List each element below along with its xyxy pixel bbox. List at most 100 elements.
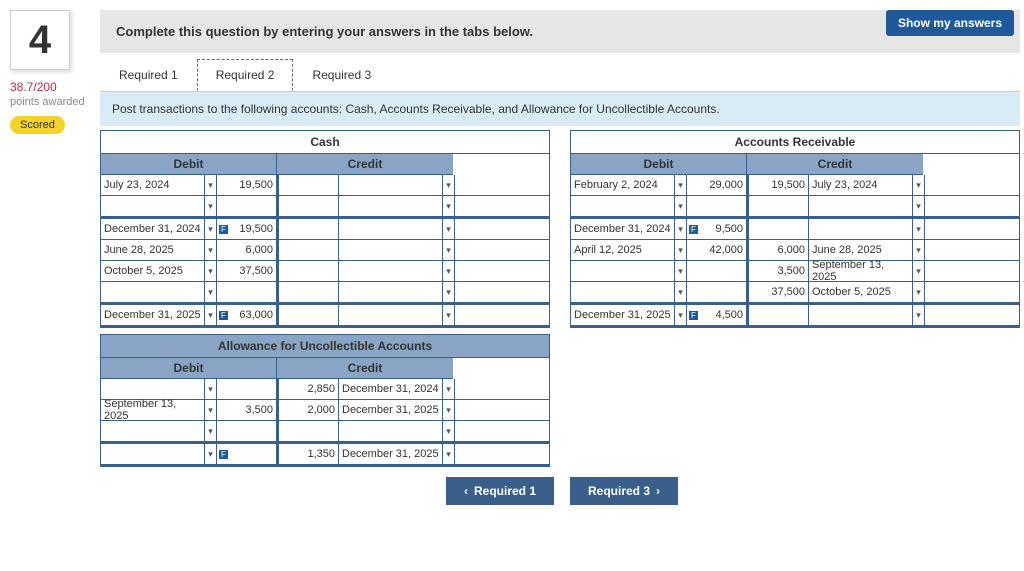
credit-date-cell[interactable] [339, 421, 443, 441]
debit-amount-cell[interactable]: 29,000 [687, 175, 747, 195]
dropdown-icon[interactable] [205, 196, 217, 216]
debit-amount-cell[interactable]: 4,500 [687, 305, 747, 325]
dropdown-icon[interactable] [443, 444, 455, 464]
debit-date-cell[interactable]: February 2, 2024 [571, 175, 675, 195]
credit-amount-cell[interactable] [279, 175, 339, 195]
dropdown-icon[interactable] [443, 305, 455, 325]
dropdown-icon[interactable] [443, 400, 455, 420]
debit-amount-cell[interactable] [687, 261, 747, 281]
credit-amount-cell[interactable] [279, 219, 339, 239]
debit-date-cell[interactable] [101, 379, 205, 399]
credit-amount-cell[interactable]: 3,500 [749, 261, 809, 281]
dropdown-icon[interactable] [205, 219, 217, 239]
dropdown-icon[interactable] [443, 240, 455, 260]
credit-amount-cell[interactable]: 2,000 [279, 400, 339, 420]
dropdown-icon[interactable] [913, 282, 925, 302]
dropdown-icon[interactable] [443, 219, 455, 239]
credit-amount-cell[interactable] [749, 196, 809, 216]
debit-date-cell[interactable]: December 31, 2024 [571, 219, 675, 239]
dropdown-icon[interactable] [205, 240, 217, 260]
dropdown-icon[interactable] [913, 196, 925, 216]
credit-amount-cell[interactable] [279, 282, 339, 302]
show-my-answers-button[interactable]: Show my answers [886, 10, 1014, 36]
debit-amount-cell[interactable]: 6,000 [217, 240, 277, 260]
debit-date-cell[interactable]: October 5, 2025 [101, 261, 205, 281]
debit-amount-cell[interactable] [217, 444, 277, 464]
debit-amount-cell[interactable] [217, 379, 277, 399]
credit-amount-cell[interactable] [279, 196, 339, 216]
dropdown-icon[interactable] [675, 282, 687, 302]
debit-date-cell[interactable]: September 13, 2025 [101, 400, 205, 420]
debit-date-cell[interactable]: December 31, 2025 [101, 305, 205, 325]
debit-date-cell[interactable] [101, 421, 205, 441]
dropdown-icon[interactable] [205, 305, 217, 325]
dropdown-icon[interactable] [675, 305, 687, 325]
credit-amount-cell[interactable]: 2,850 [279, 379, 339, 399]
credit-date-cell[interactable] [809, 196, 913, 216]
credit-amount-cell[interactable] [279, 421, 339, 441]
credit-date-cell[interactable]: September 13, 2025 [809, 261, 913, 281]
credit-date-cell[interactable] [339, 196, 443, 216]
dropdown-icon[interactable] [913, 219, 925, 239]
credit-date-cell[interactable] [339, 305, 443, 325]
debit-amount-cell[interactable]: 9,500 [687, 219, 747, 239]
credit-date-cell[interactable] [339, 219, 443, 239]
dropdown-icon[interactable] [913, 240, 925, 260]
debit-amount-cell[interactable] [217, 421, 277, 441]
tab-required-1[interactable]: Required 1 [100, 59, 197, 91]
credit-amount-cell[interactable]: 19,500 [749, 175, 809, 195]
debit-date-cell[interactable] [571, 261, 675, 281]
dropdown-icon[interactable] [675, 175, 687, 195]
credit-date-cell[interactable] [339, 175, 443, 195]
credit-amount-cell[interactable] [279, 261, 339, 281]
dropdown-icon[interactable] [913, 175, 925, 195]
debit-date-cell[interactable] [101, 282, 205, 302]
dropdown-icon[interactable] [205, 444, 217, 464]
debit-amount-cell[interactable] [687, 196, 747, 216]
debit-date-cell[interactable]: July 23, 2024 [101, 175, 205, 195]
dropdown-icon[interactable] [205, 400, 217, 420]
debit-amount-cell[interactable]: 19,500 [217, 219, 277, 239]
tab-required-3[interactable]: Required 3 [293, 59, 390, 91]
debit-date-cell[interactable] [571, 196, 675, 216]
credit-date-cell[interactable] [339, 282, 443, 302]
credit-date-cell[interactable]: December 31, 2025 [339, 444, 443, 464]
dropdown-icon[interactable] [205, 421, 217, 441]
dropdown-icon[interactable] [913, 261, 925, 281]
credit-amount-cell[interactable] [279, 305, 339, 325]
tab-required-2[interactable]: Required 2 [197, 59, 294, 91]
credit-date-cell[interactable]: December 31, 2025 [339, 400, 443, 420]
credit-date-cell[interactable]: July 23, 2024 [809, 175, 913, 195]
debit-date-cell[interactable]: December 31, 2024 [101, 219, 205, 239]
dropdown-icon[interactable] [443, 282, 455, 302]
dropdown-icon[interactable] [443, 261, 455, 281]
dropdown-icon[interactable] [443, 175, 455, 195]
debit-date-cell[interactable]: December 31, 2025 [571, 305, 675, 325]
credit-amount-cell[interactable] [279, 240, 339, 260]
dropdown-icon[interactable] [675, 219, 687, 239]
debit-amount-cell[interactable]: 19,500 [217, 175, 277, 195]
nav-prev-button[interactable]: ‹Required 1 [446, 477, 554, 505]
credit-date-cell[interactable]: June 28, 2025 [809, 240, 913, 260]
dropdown-icon[interactable] [443, 379, 455, 399]
dropdown-icon[interactable] [675, 196, 687, 216]
dropdown-icon[interactable] [675, 261, 687, 281]
debit-amount-cell[interactable]: 3,500 [217, 400, 277, 420]
dropdown-icon[interactable] [205, 175, 217, 195]
debit-date-cell[interactable] [101, 196, 205, 216]
credit-date-cell[interactable] [809, 305, 913, 325]
credit-amount-cell[interactable] [749, 219, 809, 239]
credit-date-cell[interactable] [809, 219, 913, 239]
debit-amount-cell[interactable]: 42,000 [687, 240, 747, 260]
debit-date-cell[interactable]: April 12, 2025 [571, 240, 675, 260]
debit-date-cell[interactable] [101, 444, 205, 464]
credit-amount-cell[interactable] [749, 305, 809, 325]
credit-date-cell[interactable] [339, 261, 443, 281]
credit-amount-cell[interactable]: 6,000 [749, 240, 809, 260]
debit-amount-cell[interactable] [687, 282, 747, 302]
debit-date-cell[interactable]: June 28, 2025 [101, 240, 205, 260]
credit-amount-cell[interactable]: 37,500 [749, 282, 809, 302]
debit-amount-cell[interactable]: 63,000 [217, 305, 277, 325]
debit-amount-cell[interactable]: 37,500 [217, 261, 277, 281]
credit-date-cell[interactable] [339, 240, 443, 260]
